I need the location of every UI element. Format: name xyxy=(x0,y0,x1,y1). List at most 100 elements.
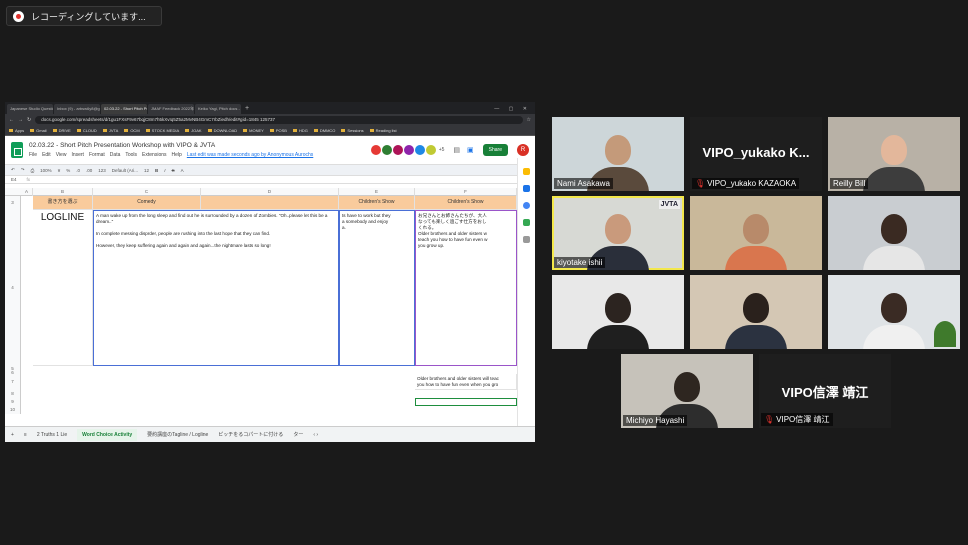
row-header[interactable]: 9 xyxy=(5,398,21,406)
zoom-select[interactable]: 100% xyxy=(40,168,52,173)
browser-tab[interactable]: Keiko Yagi, Pitch docs - Goog... xyxy=(195,104,241,114)
format-select[interactable]: 123 xyxy=(98,168,106,173)
forward-icon[interactable]: → xyxy=(18,117,23,123)
bookmark[interactable]: JOAK xyxy=(185,128,201,133)
last-edit-link[interactable]: Last edit was made seconds ago by Anonym… xyxy=(187,152,313,158)
star-icon[interactable]: ☆ xyxy=(527,117,531,123)
all-sheets-icon[interactable]: ≡ xyxy=(24,432,27,438)
video-tile[interactable]: VIPO信澤 靖江 🎙︎ VIPO信澤 靖江 xyxy=(759,354,891,428)
sheets-logo-icon[interactable] xyxy=(11,142,23,158)
decimal-increase[interactable]: .00 xyxy=(86,168,92,173)
browser-tab[interactable]: JMAF Feedback 2022年3・2月 xyxy=(148,104,194,114)
bookmark[interactable]: Reading list xyxy=(370,128,397,133)
strike-button[interactable]: S xyxy=(172,168,175,173)
avatar[interactable] xyxy=(392,145,403,155)
children-e-cell[interactable]: ts have to work but they a somebody and … xyxy=(339,210,415,366)
text-color-button[interactable]: A xyxy=(181,168,184,173)
comedy-logline-cell[interactable]: A man wake up from the long sleep and fi… xyxy=(93,210,339,366)
avatar[interactable] xyxy=(403,145,414,155)
doc-title[interactable]: 02.03.22 - Short Pitch Presentation Work… xyxy=(29,142,313,149)
menu-help[interactable]: Help xyxy=(172,152,182,158)
header-cell-d[interactable] xyxy=(201,196,339,210)
tasks-icon[interactable] xyxy=(523,185,530,192)
print-icon[interactable]: ⎙ xyxy=(31,168,35,173)
bookmark[interactable]: POSB xyxy=(270,128,287,133)
currency-button[interactable]: ¥ xyxy=(58,168,61,173)
menu-view[interactable]: View xyxy=(56,152,67,158)
sheet-tab[interactable]: ピッチをるコパートに付ける xyxy=(218,431,283,438)
share-button[interactable]: Share xyxy=(482,144,508,156)
window-controls[interactable]: — ▢ ✕ xyxy=(490,106,535,114)
bookmark[interactable]: Apps xyxy=(9,128,24,133)
contacts-icon[interactable] xyxy=(523,202,530,209)
maps-icon[interactable] xyxy=(523,219,530,226)
avatar[interactable] xyxy=(425,145,436,155)
undo-icon[interactable]: ↶ xyxy=(11,167,15,173)
column-header[interactable]: A xyxy=(21,188,33,196)
add-ons-icon[interactable] xyxy=(523,236,530,243)
menu-insert[interactable]: Insert xyxy=(71,152,84,158)
video-tile-active-speaker[interactable]: JVTA kiyotake ishii xyxy=(552,196,684,270)
video-tile[interactable] xyxy=(690,196,822,270)
keep-icon[interactable] xyxy=(523,168,530,175)
percent-button[interactable]: % xyxy=(66,168,70,173)
scroll-tabs-icon[interactable]: ‹ › xyxy=(313,432,318,438)
bookmark[interactable]: MONEY xyxy=(243,128,264,133)
menu-extensions[interactable]: Extensions xyxy=(142,152,166,158)
column-header[interactable]: F xyxy=(415,188,517,196)
avatar[interactable] xyxy=(370,145,381,155)
url-field[interactable]: docs.google.com/spreadsheets/d/1gu1FXsF9… xyxy=(35,116,523,124)
meet-icon[interactable]: ▣ xyxy=(467,146,474,154)
add-sheet-icon[interactable]: + xyxy=(11,432,14,438)
recording-indicator[interactable]: レコーディングしています... xyxy=(6,6,162,26)
menu-data[interactable]: Data xyxy=(110,152,121,158)
column-header[interactable]: E xyxy=(339,188,415,196)
bookmark[interactable]: Gmail xyxy=(30,128,46,133)
video-tile[interactable] xyxy=(828,275,960,349)
children-f-cell[interactable]: お兄さんとお姉さんたちが、大人 なっても楽しく過ごす仕方をおし くれる。 Old… xyxy=(415,210,517,366)
row-header[interactable]: 3 xyxy=(5,196,21,210)
menu-edit[interactable]: Edit xyxy=(42,152,51,158)
video-tile[interactable]: Reilly Bill xyxy=(828,117,960,191)
bookmark[interactable]: OCM xyxy=(124,128,139,133)
decimal-decrease[interactable]: .0 xyxy=(76,168,80,173)
bookmark[interactable]: DOWNLOAD xyxy=(208,128,238,133)
header-cell-children-e[interactable]: Children's Show xyxy=(339,196,415,210)
video-tile[interactable] xyxy=(552,275,684,349)
menu-format[interactable]: Format xyxy=(89,152,105,158)
menu-tools[interactable]: Tools xyxy=(125,152,137,158)
bookmark[interactable]: CLOUD xyxy=(77,128,97,133)
browser-tab[interactable]: Inbox (9) - arbsw6y8@gmail.com xyxy=(54,104,100,114)
italic-button[interactable]: I xyxy=(164,168,165,173)
bookmark[interactable]: HDG xyxy=(293,128,308,133)
header-cell-b[interactable]: 書き方を選ぶ xyxy=(33,196,93,210)
row7-f-cell[interactable]: Older brothers and older sisters will te… xyxy=(415,374,517,390)
video-tile[interactable]: Nami Asakawa xyxy=(552,117,684,191)
row-header[interactable]: 10 xyxy=(5,406,21,414)
column-header[interactable]: D xyxy=(201,188,339,196)
font-select[interactable]: Default (Ari... xyxy=(112,168,138,173)
sheet-tab[interactable]: 要約講座のTagline / Logline xyxy=(147,431,208,438)
video-tile[interactable]: VIPO_yukako K... 🎙︎ VIPO_yukako KAZAOKA xyxy=(690,117,822,191)
formula-bar[interactable]: E4 fx xyxy=(5,175,535,184)
bold-button[interactable]: B xyxy=(155,168,158,173)
reload-icon[interactable]: ↻ xyxy=(27,117,31,123)
logline-cell[interactable]: LOGLINE xyxy=(33,210,93,366)
bookmark[interactable]: Sessions xyxy=(341,128,363,133)
header-cell-comedy[interactable]: Comedy xyxy=(93,196,201,210)
bookmark[interactable]: DMMCO xyxy=(314,128,336,133)
avatar[interactable] xyxy=(414,145,425,155)
selected-cell[interactable] xyxy=(415,398,517,406)
avatar[interactable] xyxy=(381,145,392,155)
comment-icon[interactable]: ▤ xyxy=(453,146,460,154)
sheet-tab[interactable]: ター xyxy=(293,431,303,438)
redo-icon[interactable]: ↷ xyxy=(21,167,25,173)
avatar-more[interactable]: +5 xyxy=(439,147,445,153)
bookmark[interactable]: STOCK MEDIA xyxy=(146,128,180,133)
browser-tab[interactable]: Japanese Studio Questionnaire xyxy=(7,104,53,114)
column-header[interactable]: C xyxy=(93,188,201,196)
browser-tab-active[interactable]: 02.03.22 - Short Pitch Presenta... xyxy=(101,104,147,114)
column-header[interactable]: B xyxy=(33,188,93,196)
back-icon[interactable]: ← xyxy=(9,117,14,123)
header-cell-children-f[interactable]: Children's Show xyxy=(415,196,517,210)
